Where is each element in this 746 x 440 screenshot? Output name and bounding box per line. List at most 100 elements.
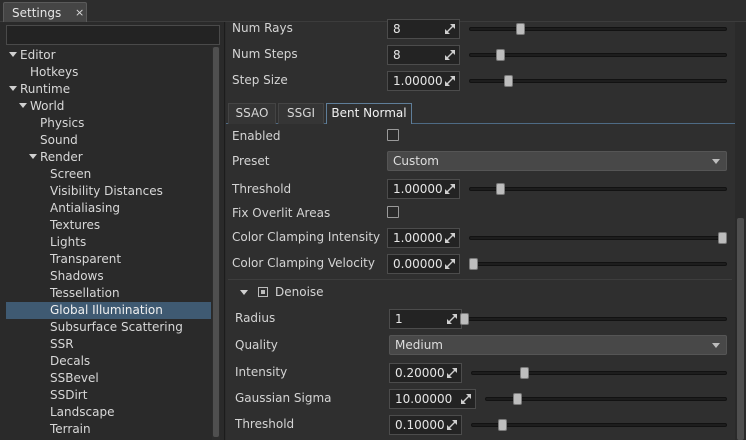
tree-item-ssbevel[interactable]: SSBevel: [6, 370, 211, 387]
settings-window-tab[interactable]: Settings ×: [3, 2, 87, 23]
tree-item-tessellation[interactable]: Tessellation: [6, 285, 211, 302]
quality-dropdown[interactable]: Medium: [389, 335, 727, 355]
threshold-field[interactable]: 1.00000: [387, 179, 460, 199]
tree-scrollbar-thumb[interactable]: [213, 47, 219, 437]
drag-arrows-icon[interactable]: [445, 50, 455, 60]
tree-item-transparent[interactable]: Transparent: [6, 251, 211, 268]
tree-item-landscape[interactable]: Landscape: [6, 404, 211, 421]
parameters-scrollbar-thumb[interactable]: [737, 218, 744, 440]
tree-item-screen[interactable]: Screen: [6, 166, 211, 183]
tree-item-shadows[interactable]: Shadows: [6, 268, 211, 285]
drag-arrows-icon[interactable]: [445, 233, 455, 243]
tree-item-label: SSR: [50, 337, 74, 351]
tree-item-runtime[interactable]: Runtime: [6, 81, 211, 98]
tree-scrollbar[interactable]: [212, 47, 220, 440]
color-clamping-velocity-field[interactable]: 0.00000: [387, 254, 460, 274]
tab-bent-normal-label: Bent Normal: [331, 106, 407, 120]
drag-arrows-icon[interactable]: [445, 184, 455, 194]
denoise-toggle-checkbox[interactable]: [258, 287, 268, 297]
num-rays-slider-handle[interactable]: [516, 23, 526, 35]
color-clamping-velocity-value: 0.00000: [393, 257, 443, 271]
expand-arrow-icon[interactable]: [29, 154, 37, 159]
num-rays-field[interactable]: 8: [387, 19, 460, 39]
radius-slider[interactable]: [460, 317, 727, 321]
denoise-threshold-slider-handle[interactable]: [498, 419, 508, 431]
tree-item-visibility-distances[interactable]: Visibility Distances: [6, 183, 211, 200]
tree-item-label: World: [30, 99, 65, 113]
num-rays-slider[interactable]: [469, 27, 727, 31]
tree-item-physics[interactable]: Physics: [6, 115, 211, 132]
num-rays-value: 8: [393, 22, 401, 36]
enabled-checkbox[interactable]: [387, 129, 399, 141]
parameters-scrollbar[interactable]: [735, 22, 746, 440]
threshold-slider-handle[interactable]: [496, 183, 506, 195]
tree-item-ssdirt[interactable]: SSDirt: [6, 387, 211, 404]
threshold-label: Threshold: [232, 182, 292, 196]
tree-item-antialiasing[interactable]: Antialiasing: [6, 200, 211, 217]
tree-item-terrain[interactable]: Terrain: [6, 421, 211, 438]
intensity-field[interactable]: 0.20000: [389, 363, 462, 383]
tab-ssao[interactable]: SSAO: [228, 103, 276, 124]
tree-item-textures[interactable]: Textures: [6, 217, 211, 234]
intensity-value: 0.20000: [395, 366, 445, 380]
num-steps-field[interactable]: 8: [387, 45, 460, 65]
num-steps-slider-handle[interactable]: [496, 49, 506, 61]
fix-overlit-checkbox[interactable]: [387, 206, 399, 218]
color-clamping-velocity-slider-handle[interactable]: [469, 258, 478, 270]
tree-item-lights[interactable]: Lights: [6, 234, 211, 251]
tree-item-decals[interactable]: Decals: [6, 353, 211, 370]
tree-item-editor[interactable]: Editor: [6, 47, 211, 64]
tree-item-render[interactable]: Render: [6, 149, 211, 166]
expand-arrow-icon[interactable]: [19, 103, 27, 108]
preset-dropdown[interactable]: Custom: [387, 151, 727, 171]
color-clamping-velocity-slider[interactable]: [469, 262, 727, 266]
drag-arrows-icon[interactable]: [445, 76, 455, 86]
gi-subtabs: SSAO SSGI Bent Normal: [226, 102, 735, 124]
drag-arrows-icon[interactable]: [447, 420, 457, 430]
num-steps-slider[interactable]: [469, 53, 727, 57]
color-clamping-intensity-label: Color Clamping Intensity: [232, 230, 381, 244]
gaussian-sigma-field[interactable]: 10.00000: [389, 389, 476, 409]
drag-arrows-icon[interactable]: [447, 314, 457, 324]
tree-item-label: Textures: [50, 218, 101, 232]
drag-arrows-icon[interactable]: [445, 259, 455, 269]
tree-item-label: Subsurface Scattering: [50, 320, 183, 334]
color-clamping-intensity-field[interactable]: 1.00000: [387, 228, 460, 248]
color-clamping-velocity-label: Color Clamping Velocity: [232, 256, 375, 270]
drag-arrows-icon[interactable]: [447, 368, 457, 378]
intensity-slider[interactable]: [471, 371, 727, 375]
tab-ssgi-label: SSGI: [286, 106, 316, 120]
tree-item-label: Screen: [50, 167, 92, 181]
color-clamping-intensity-value: 1.00000: [393, 231, 443, 245]
tree-item-world[interactable]: World: [6, 98, 211, 115]
step-size-label: Step Size: [232, 73, 288, 87]
color-clamping-intensity-slider[interactable]: [469, 236, 727, 240]
denoise-threshold-slider[interactable]: [471, 423, 727, 427]
step-size-field[interactable]: 1.00000: [387, 71, 460, 91]
drag-arrows-icon[interactable]: [445, 24, 455, 34]
denoise-threshold-field[interactable]: 0.10000: [389, 415, 462, 435]
collapse-arrow-icon[interactable]: [240, 290, 248, 295]
intensity-slider-handle[interactable]: [520, 367, 530, 379]
tree-item-global-illumination[interactable]: Global Illumination: [6, 302, 211, 319]
drag-arrows-icon[interactable]: [461, 394, 471, 404]
expand-arrow-icon[interactable]: [9, 86, 17, 91]
step-size-slider-handle[interactable]: [503, 75, 513, 87]
radius-slider-handle[interactable]: [460, 313, 469, 325]
tree-item-subsurface-scattering[interactable]: Subsurface Scattering: [6, 319, 211, 336]
tab-ssgi[interactable]: SSGI: [278, 103, 324, 124]
tree-item-hotkeys[interactable]: Hotkeys: [6, 64, 211, 81]
gaussian-sigma-slider-handle[interactable]: [512, 393, 522, 405]
tree-item-label: Terrain: [50, 422, 91, 436]
tree-item-ssr[interactable]: SSR: [6, 336, 211, 353]
color-clamping-intensity-slider-handle[interactable]: [718, 232, 727, 244]
close-icon[interactable]: ×: [75, 6, 84, 19]
window-tab-bar: Settings ×: [0, 0, 746, 23]
tab-bent-normal[interactable]: Bent Normal: [326, 103, 412, 124]
expand-arrow-icon[interactable]: [9, 52, 17, 57]
threshold-slider[interactable]: [469, 187, 727, 191]
radius-field[interactable]: 1: [389, 309, 462, 329]
tree-item-sound[interactable]: Sound: [6, 132, 211, 149]
settings-tree-panel: Editor Hotkeys Runtime World Physics Sou…: [0, 22, 225, 440]
tree-search-input[interactable]: [6, 25, 220, 45]
